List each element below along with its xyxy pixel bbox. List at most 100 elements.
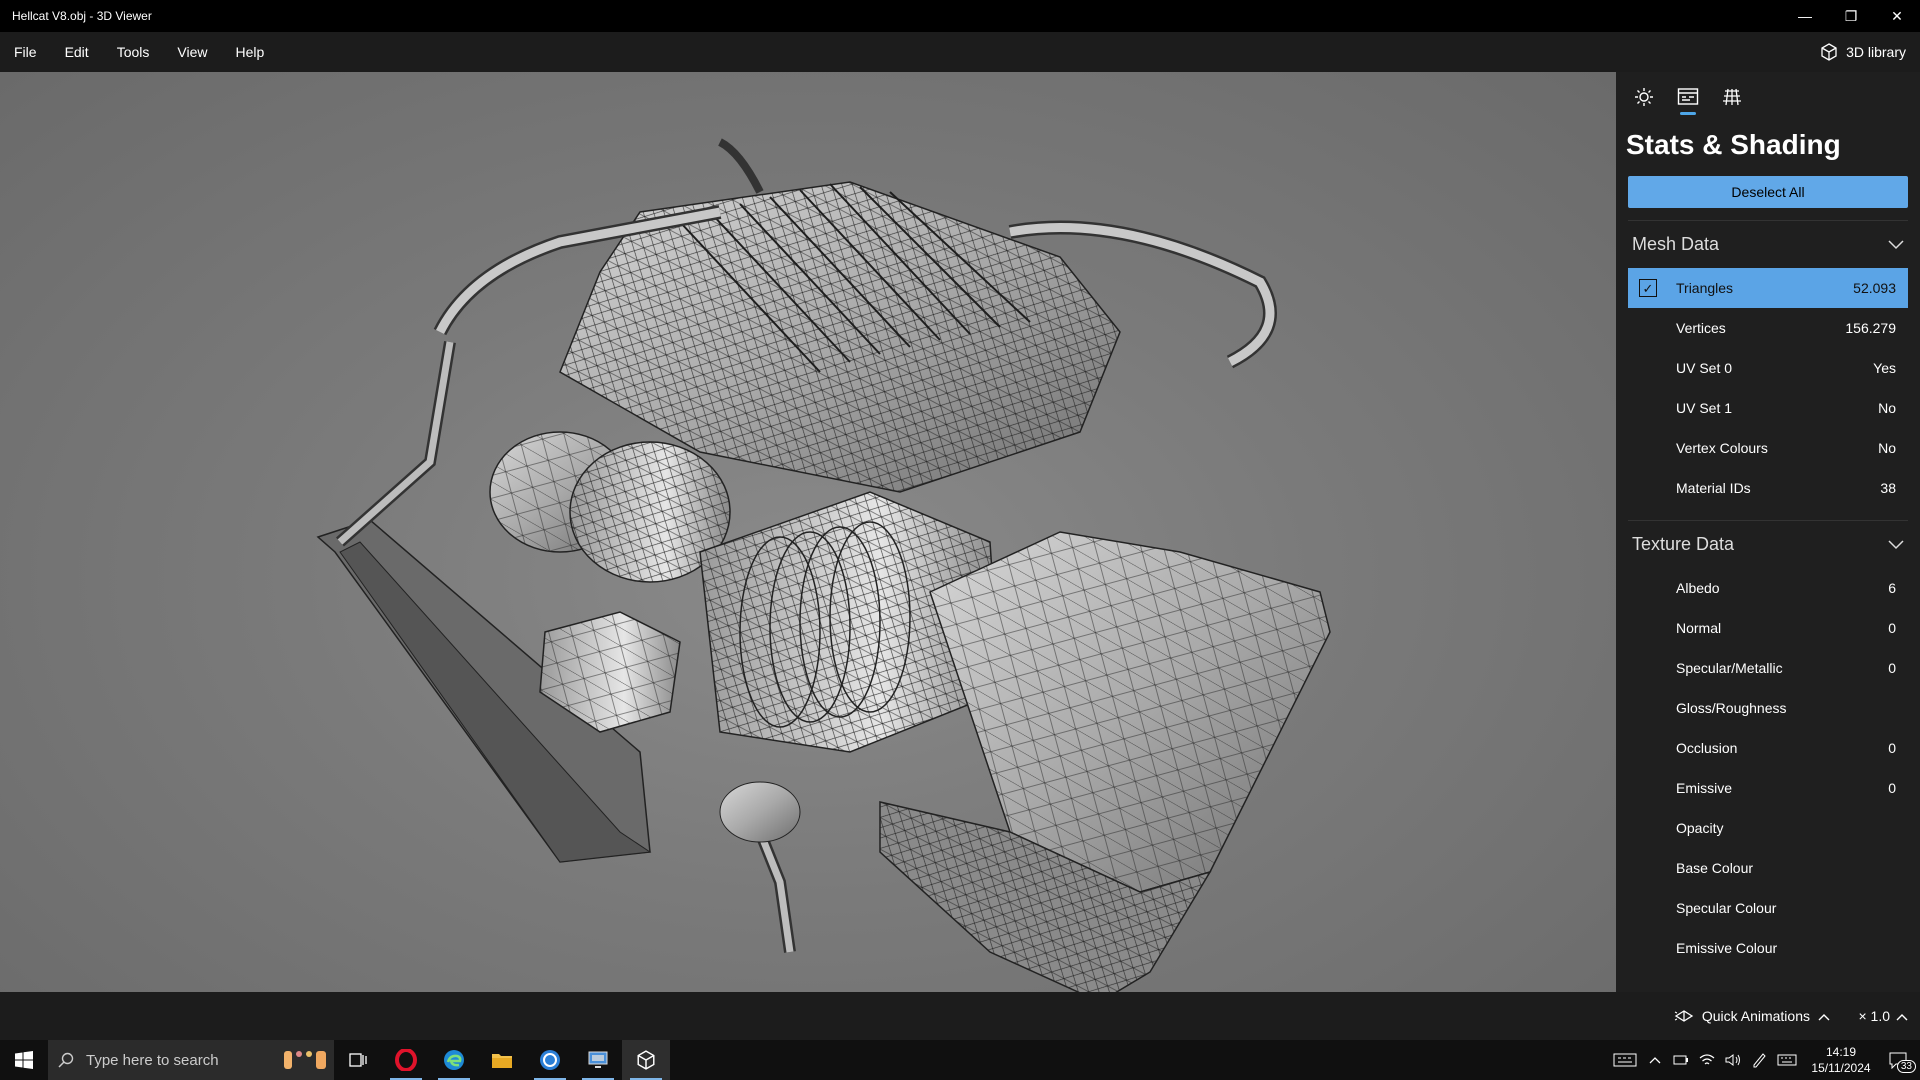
3d-library-button[interactable]: 3D library bbox=[1820, 32, 1906, 72]
taskbar-app-blue[interactable] bbox=[526, 1040, 574, 1080]
quick-animations-label: Quick Animations bbox=[1701, 1008, 1810, 1024]
restore-button[interactable]: ❐ bbox=[1828, 0, 1874, 32]
close-button[interactable]: ✕ bbox=[1874, 0, 1920, 32]
tab-lighting[interactable] bbox=[1624, 77, 1664, 117]
pen-icon[interactable] bbox=[1750, 1051, 1768, 1069]
engine-wireframe-model[interactable] bbox=[0, 72, 1616, 992]
row-label: Base Colour bbox=[1676, 860, 1754, 876]
taskbar-search[interactable]: Type here to search bbox=[48, 1040, 334, 1080]
notification-center-icon[interactable]: 33 bbox=[1884, 1051, 1916, 1073]
row-value: No bbox=[1878, 440, 1896, 456]
row-value: No bbox=[1878, 400, 1896, 416]
animation-speed-button[interactable]: × 1.0 bbox=[1858, 992, 1908, 1040]
row-label: Albedo bbox=[1676, 580, 1720, 596]
touch-keyboard-icon[interactable] bbox=[1776, 1051, 1798, 1069]
row-label: Emissive Colour bbox=[1676, 940, 1778, 956]
texture-data-title: Texture Data bbox=[1632, 534, 1735, 554]
row-label: Vertices bbox=[1676, 320, 1726, 336]
row-label: Occlusion bbox=[1676, 740, 1738, 756]
task-view-button[interactable] bbox=[334, 1040, 382, 1080]
tab-stats[interactable] bbox=[1668, 77, 1708, 117]
deselect-all-button[interactable]: Deselect All bbox=[1628, 176, 1908, 208]
triangles-checkbox[interactable]: ✓ bbox=[1639, 279, 1657, 297]
minimize-button[interactable]: — bbox=[1782, 0, 1828, 32]
quick-animations-button[interactable]: Quick Animations bbox=[1674, 992, 1830, 1040]
row-label: Specular Colour bbox=[1676, 900, 1777, 916]
wifi-icon[interactable] bbox=[1698, 1051, 1716, 1069]
menu-help[interactable]: Help bbox=[221, 32, 278, 72]
texture-row-specular-metallic[interactable]: Specular/Metallic 0 bbox=[1628, 648, 1908, 688]
opera-icon bbox=[395, 1049, 417, 1071]
volume-icon[interactable] bbox=[1724, 1051, 1742, 1069]
animation-icon bbox=[1674, 1010, 1694, 1022]
mesh-row-material-ids[interactable]: Material IDs 38 bbox=[1628, 468, 1908, 508]
keyboard-layout-icon[interactable] bbox=[1612, 1051, 1638, 1069]
texture-row-emissive-colour[interactable]: Emissive Colour bbox=[1628, 928, 1908, 968]
chevron-down-icon bbox=[1888, 534, 1904, 555]
texture-row-albedo[interactable]: Albedo 6 bbox=[1628, 568, 1908, 608]
grid-icon bbox=[1723, 88, 1741, 106]
taskbar-edge[interactable] bbox=[430, 1040, 478, 1080]
chevron-up-icon bbox=[1896, 1008, 1908, 1024]
row-value: 0 bbox=[1888, 660, 1896, 676]
windows-logo-icon bbox=[15, 1051, 33, 1069]
3d-viewport[interactable] bbox=[0, 72, 1616, 992]
mesh-row-uv-set-0[interactable]: UV Set 0 Yes bbox=[1628, 348, 1908, 388]
stats-icon bbox=[1677, 88, 1699, 105]
mesh-row-triangles[interactable]: ✓ Triangles 52.093 bbox=[1628, 268, 1908, 308]
mesh-row-vertices[interactable]: Vertices 156.279 bbox=[1628, 308, 1908, 348]
texture-row-opacity[interactable]: Opacity bbox=[1628, 808, 1908, 848]
taskbar-app-monitor[interactable] bbox=[574, 1040, 622, 1080]
system-tray: 14:19 15/11/2024 33 bbox=[1612, 1040, 1920, 1080]
row-label: Emissive bbox=[1676, 780, 1733, 796]
mesh-row-vertex-colours[interactable]: Vertex Colours No bbox=[1628, 428, 1908, 468]
window-title: Hellcat V8.obj - 3D Viewer bbox=[12, 9, 152, 23]
texture-row-specular-colour[interactable]: Specular Colour bbox=[1628, 888, 1908, 928]
sun-icon bbox=[1635, 88, 1653, 106]
tab-grid[interactable] bbox=[1712, 77, 1752, 117]
texture-row-normal[interactable]: Normal 0 bbox=[1628, 608, 1908, 648]
row-label: UV Set 1 bbox=[1676, 400, 1733, 416]
cube-icon bbox=[637, 1050, 655, 1070]
menu-edit[interactable]: Edit bbox=[51, 32, 103, 72]
battery-icon[interactable] bbox=[1672, 1051, 1690, 1069]
edge-icon bbox=[444, 1050, 464, 1070]
row-label: Triangles bbox=[1676, 280, 1734, 296]
stats-shading-panel: Stats & Shading Deselect All Mesh Data ✓… bbox=[1616, 72, 1920, 992]
texture-row-base-colour[interactable]: Base Colour bbox=[1628, 848, 1908, 888]
speed-label: × 1.0 bbox=[1858, 1008, 1890, 1024]
panel-title: Stats & Shading bbox=[1626, 129, 1841, 160]
texture-row-emissive[interactable]: Emissive 0 bbox=[1628, 768, 1908, 808]
taskbar-3d-viewer[interactable] bbox=[622, 1040, 670, 1080]
chevron-up-icon[interactable] bbox=[1646, 1051, 1664, 1069]
menu-file[interactable]: File bbox=[0, 32, 51, 72]
row-value: Yes bbox=[1873, 360, 1896, 376]
cube-icon bbox=[1821, 43, 1837, 61]
search-icon bbox=[58, 1052, 74, 1068]
title-bar: Hellcat V8.obj - 3D Viewer — ❐ ✕ bbox=[0, 0, 1920, 32]
row-value: 52.093 bbox=[1853, 280, 1896, 296]
texture-row-occlusion[interactable]: Occlusion 0 bbox=[1628, 728, 1908, 768]
taskbar-opera[interactable] bbox=[382, 1040, 430, 1080]
row-label: Material IDs bbox=[1676, 480, 1751, 496]
taskbar-file-explorer[interactable] bbox=[478, 1040, 526, 1080]
row-label: Gloss/Roughness bbox=[1676, 700, 1787, 716]
clock-date: 15/11/2024 bbox=[1811, 1061, 1871, 1075]
row-value: 6 bbox=[1888, 580, 1896, 596]
menu-view[interactable]: View bbox=[163, 32, 221, 72]
row-label: Specular/Metallic bbox=[1676, 660, 1783, 676]
mesh-row-uv-set-1[interactable]: UV Set 1 No bbox=[1628, 388, 1908, 428]
texture-data-header[interactable]: Texture Data bbox=[1628, 520, 1908, 568]
taskbar-clock[interactable]: 14:19 15/11/2024 bbox=[1806, 1044, 1876, 1076]
windows-taskbar: Type here to search 14:19 15/11/2024 33 bbox=[0, 1040, 1920, 1080]
menu-tools[interactable]: Tools bbox=[103, 32, 164, 72]
mesh-data-header[interactable]: Mesh Data bbox=[1628, 220, 1908, 268]
app-circle-icon bbox=[540, 1050, 560, 1070]
texture-row-gloss-roughness[interactable]: Gloss/Roughness bbox=[1628, 688, 1908, 728]
task-view-icon bbox=[349, 1053, 367, 1067]
row-value: 0 bbox=[1888, 780, 1896, 796]
3d-library-label: 3D library bbox=[1846, 44, 1906, 60]
animation-bar: Quick Animations × 1.0 bbox=[0, 992, 1920, 1040]
row-label: UV Set 0 bbox=[1676, 360, 1733, 376]
start-button[interactable] bbox=[0, 1040, 48, 1080]
